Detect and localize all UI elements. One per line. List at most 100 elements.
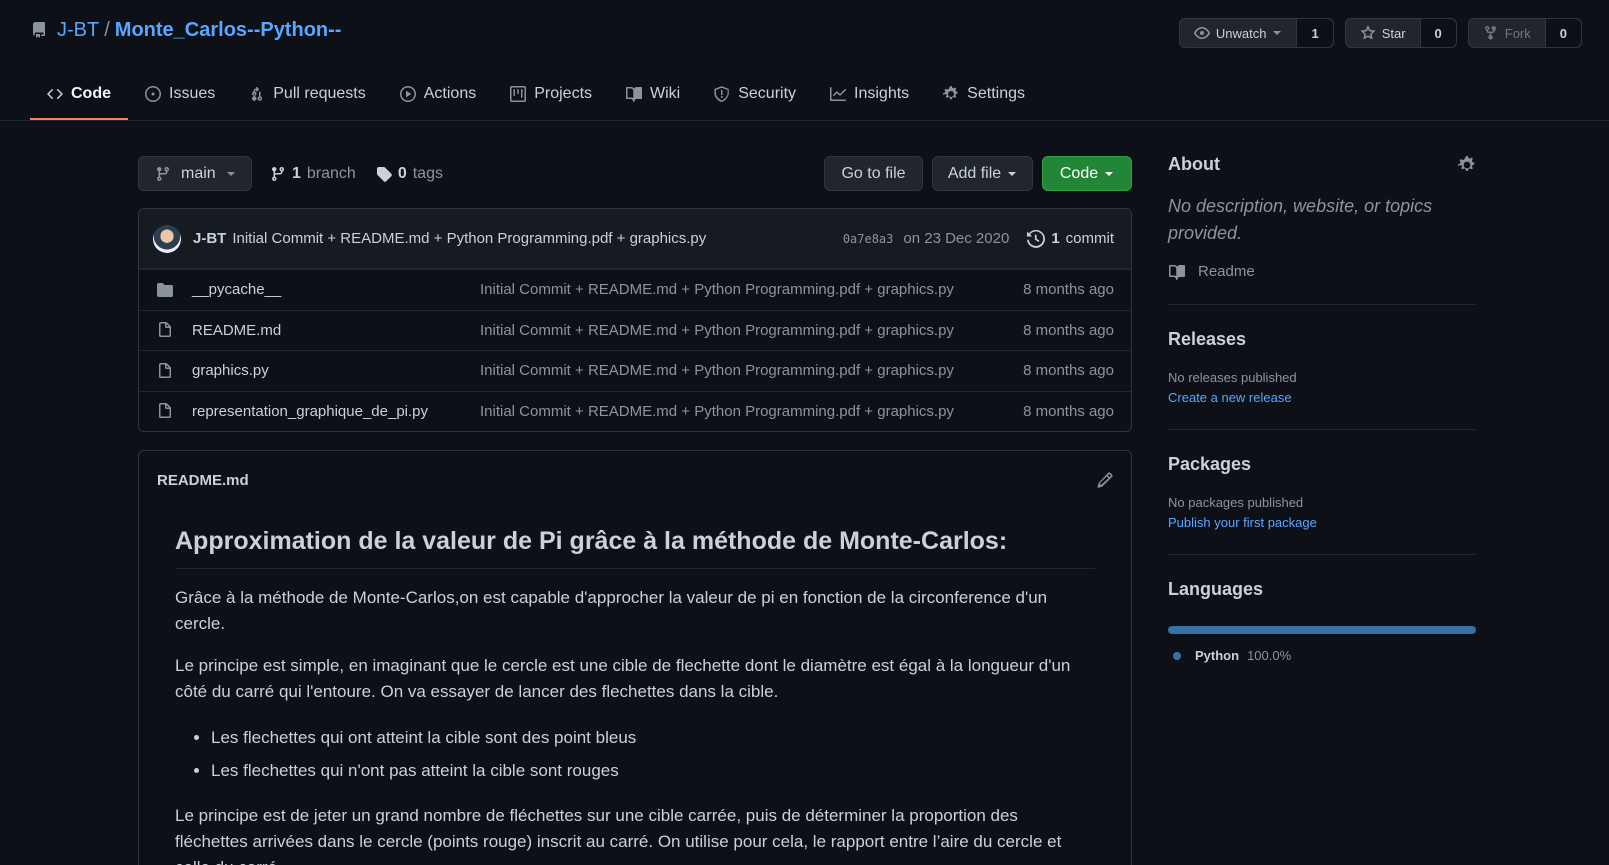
tab-wiki-label: Wiki bbox=[650, 85, 681, 102]
tab-wiki[interactable]: Wiki bbox=[609, 68, 697, 120]
watch-count[interactable]: 1 bbox=[1296, 19, 1333, 47]
readme-paragraph: Le principe est de jeter un grand nombre… bbox=[175, 806, 1062, 865]
tab-security-label: Security bbox=[738, 85, 797, 102]
file-age: 8 months ago bbox=[1023, 402, 1114, 420]
branch-tag-links: 1 branch 0 tags bbox=[270, 156, 443, 191]
tab-settings-label: Settings bbox=[967, 85, 1025, 102]
commit-message[interactable]: Initial Commit + README.md + Python Prog… bbox=[232, 230, 842, 247]
repo-separator: / bbox=[104, 18, 110, 41]
tag-count-label: tags bbox=[412, 164, 443, 182]
file-commit-message[interactable]: Initial Commit + README.md + Python Prog… bbox=[480, 322, 1023, 339]
watch-button-group: Unwatch 1 bbox=[1178, 18, 1334, 48]
star-count[interactable]: 0 bbox=[1419, 19, 1456, 47]
readme-content: Approximation de la valeur de Pi grâce à… bbox=[139, 509, 1131, 865]
branch-icon bbox=[270, 166, 286, 182]
add-file-label: Add file bbox=[947, 164, 1002, 182]
star-icon bbox=[1360, 25, 1376, 41]
file-name[interactable]: __pycache__ bbox=[192, 281, 480, 298]
file-icon bbox=[156, 362, 174, 379]
tab-insights[interactable]: Insights bbox=[813, 68, 926, 120]
gear-icon[interactable] bbox=[1458, 155, 1476, 174]
create-release-link[interactable]: Create a new release bbox=[1168, 390, 1476, 405]
star-button[interactable]: Star bbox=[1346, 19, 1420, 47]
fork-button[interactable]: Fork bbox=[1469, 19, 1545, 47]
go-to-file-button[interactable]: Go to file bbox=[824, 156, 923, 191]
tab-pull-requests-label: Pull requests bbox=[273, 85, 366, 102]
tag-icon bbox=[376, 166, 392, 182]
tab-projects[interactable]: Projects bbox=[493, 68, 609, 120]
play-icon bbox=[399, 86, 416, 102]
add-file-button[interactable]: Add file bbox=[932, 156, 1033, 191]
repo-owner-link[interactable]: J-BT bbox=[57, 19, 99, 42]
file-icon bbox=[156, 322, 174, 338]
project-icon bbox=[510, 86, 527, 102]
star-label: Star bbox=[1381, 25, 1406, 41]
file-commit-message[interactable]: Initial Commit + README.md + Python Prog… bbox=[480, 362, 1023, 379]
tab-issues-label: Issues bbox=[169, 85, 216, 102]
file-commit-message[interactable]: Initial Commit + README.md + Python Prog… bbox=[480, 281, 1023, 298]
eye-icon bbox=[1193, 25, 1210, 41]
go-to-file-label: Go to file bbox=[841, 164, 906, 182]
releases-title[interactable]: Releases bbox=[1168, 329, 1476, 350]
branch-name: main bbox=[181, 164, 216, 182]
readme-link[interactable]: Readme bbox=[1168, 263, 1476, 280]
branches-link[interactable]: 1 branch bbox=[270, 165, 356, 183]
repo-name-link[interactable]: Monte_Carlos--Python-- bbox=[115, 19, 342, 42]
file-commit-message[interactable]: Initial Commit + README.md + Python Prog… bbox=[480, 403, 1023, 420]
readme-list-item: Les flechettes qui n'ont pas atteint la … bbox=[211, 754, 1095, 787]
file-age: 8 months ago bbox=[1023, 362, 1114, 380]
code-download-button[interactable]: Code bbox=[1042, 156, 1132, 191]
commit-count-label: commit bbox=[1065, 230, 1114, 247]
fork-count[interactable]: 0 bbox=[1544, 19, 1581, 47]
about-section: About No description, website, or topics… bbox=[1168, 154, 1476, 305]
language-color-dot bbox=[1173, 651, 1181, 660]
tab-pull-requests[interactable]: Pull requests bbox=[232, 68, 383, 120]
readme-title: Approximation de la valeur de Pi grâce à… bbox=[175, 509, 1095, 569]
fork-label: Fork bbox=[1504, 25, 1531, 41]
packages-empty-text: No packages published bbox=[1168, 495, 1304, 510]
readme-filename[interactable]: README.md bbox=[157, 472, 249, 489]
caret-down-icon bbox=[1007, 169, 1017, 179]
branch-select-button[interactable]: main bbox=[138, 156, 252, 191]
tab-projects-label: Projects bbox=[534, 85, 593, 102]
tab-security[interactable]: Security bbox=[697, 68, 813, 120]
tags-link[interactable]: 0 tags bbox=[376, 165, 443, 183]
language-item[interactable]: Python 100.0% bbox=[1168, 648, 1476, 663]
language-percent: 100.0% bbox=[1247, 648, 1292, 663]
file-icon bbox=[156, 403, 174, 419]
tab-code[interactable]: Code bbox=[30, 68, 128, 120]
file-name[interactable]: representation_graphique_de_pi.py bbox=[192, 403, 480, 420]
list-item[interactable]: representation_graphique_de_pi.py Initia… bbox=[139, 390, 1131, 432]
tab-issues[interactable]: Issues bbox=[128, 68, 232, 120]
commit-author[interactable]: J-BT bbox=[193, 230, 226, 247]
readme-link-label: Readme bbox=[1198, 263, 1255, 280]
fork-button-group: Fork 0 bbox=[1467, 18, 1582, 48]
tab-code-label: Code bbox=[71, 85, 111, 102]
watch-label: Unwatch bbox=[1215, 25, 1267, 41]
list-item[interactable]: __pycache__ Initial Commit + README.md +… bbox=[139, 269, 1131, 310]
book-icon bbox=[1168, 264, 1186, 280]
tab-settings[interactable]: Settings bbox=[926, 68, 1042, 120]
readme-list-item: Les flechettes qui ont atteint la cible … bbox=[211, 721, 1095, 754]
file-name[interactable]: graphics.py bbox=[192, 362, 480, 379]
readme-list: Les flechettes qui ont atteint la cible … bbox=[211, 721, 1095, 787]
repo-nav: Code Issues Pull requests Actions Projec… bbox=[30, 68, 1042, 120]
branch-count: 1 bbox=[292, 164, 301, 182]
publish-package-link[interactable]: Publish your first package bbox=[1168, 515, 1476, 530]
code-button-label: Code bbox=[1059, 164, 1099, 182]
branch-count-label: branch bbox=[306, 164, 356, 182]
packages-title[interactable]: Packages bbox=[1168, 454, 1476, 475]
watch-button[interactable]: Unwatch bbox=[1180, 19, 1297, 47]
commit-sha[interactable]: 0a7e8a3 bbox=[843, 232, 894, 246]
list-item[interactable]: graphics.py Initial Commit + README.md +… bbox=[139, 350, 1131, 391]
list-item[interactable]: README.md Initial Commit + README.md + P… bbox=[139, 309, 1131, 351]
tab-insights-label: Insights bbox=[854, 85, 910, 102]
book-icon bbox=[626, 86, 643, 102]
commit-history-link[interactable]: 1 commit bbox=[1027, 229, 1114, 248]
file-name[interactable]: README.md bbox=[192, 322, 480, 339]
avatar[interactable] bbox=[153, 224, 181, 253]
repo-header: J-BT / Monte_Carlos--Python-- bbox=[31, 14, 341, 46]
history-icon bbox=[1027, 229, 1046, 248]
tab-actions[interactable]: Actions bbox=[383, 68, 493, 120]
pencil-icon[interactable] bbox=[1097, 472, 1113, 488]
